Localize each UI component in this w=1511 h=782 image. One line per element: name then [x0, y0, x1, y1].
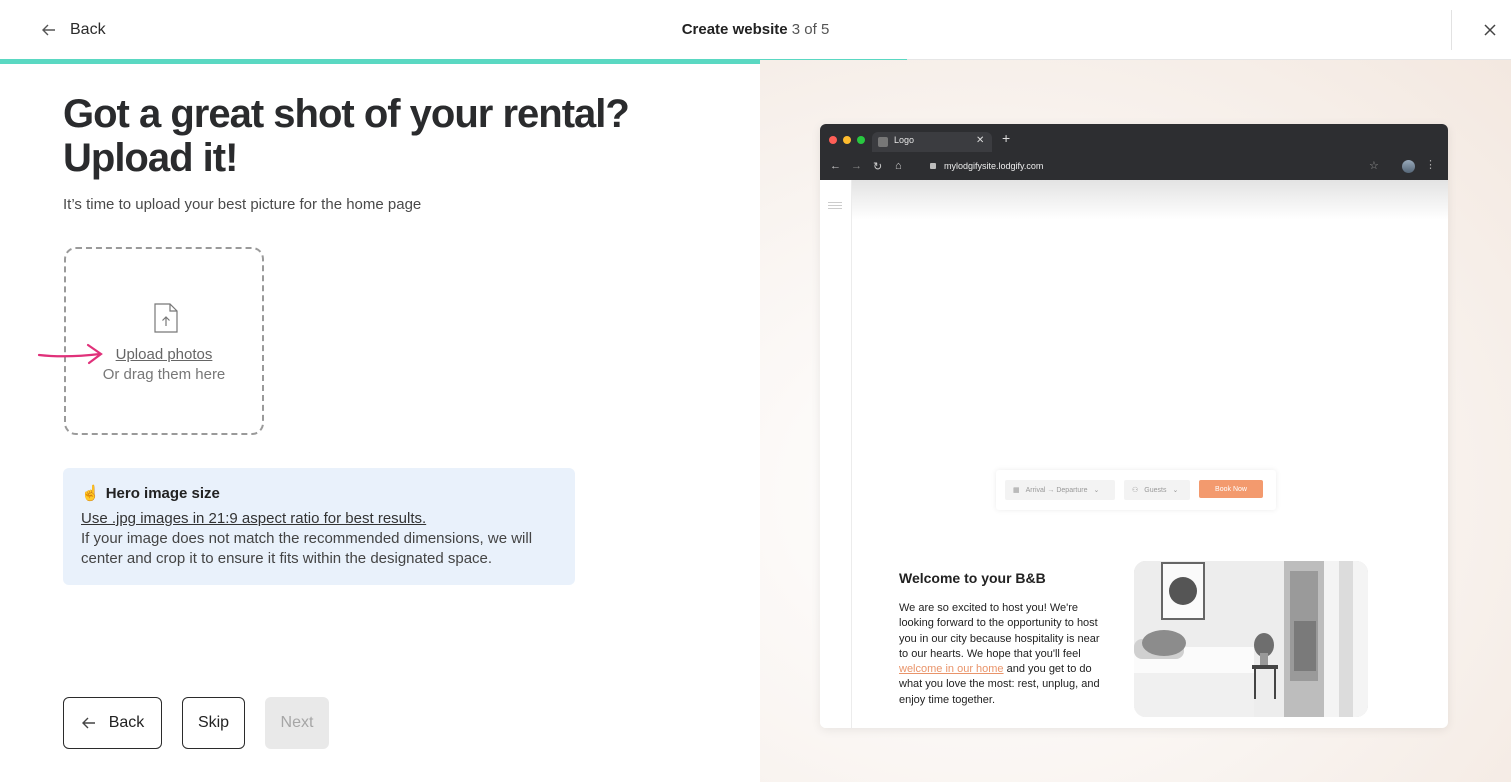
chevron-down-icon: ⌄ [1172, 487, 1179, 494]
tab-label: Logo [894, 135, 915, 145]
page-subtitle: It’s time to upload your best picture fo… [63, 196, 422, 213]
info-title: ☝️ Hero image size [81, 484, 557, 503]
window-close-dot [829, 136, 837, 144]
page-heading: Got a great shot of your rental? Upload … [63, 92, 630, 180]
dates-label: Arrival → Departure [1025, 486, 1088, 494]
info-link[interactable]: Use .jpg images in 21:9 aspect ratio for… [81, 510, 557, 527]
welcome-link: welcome in our home [899, 663, 1004, 676]
pointing-up-icon: ☝️ [81, 485, 100, 502]
tab-close-icon: ✕ [976, 135, 985, 146]
guests-icon: ⚇ [1132, 487, 1139, 494]
more-menu-icon: ⋮ [1425, 159, 1436, 171]
skip-button[interactable]: Skip [182, 697, 245, 749]
calendar-icon: ▦ [1013, 487, 1020, 494]
window-maximize-dot [857, 136, 865, 144]
browser-back-icon: ← [830, 160, 841, 172]
welcome-text-start: We are so excited to host you! We're loo… [899, 602, 1100, 660]
browser-forward-icon: → [851, 160, 862, 172]
bookmark-star-icon: ☆ [1369, 160, 1379, 172]
booking-bar: ▦ Arrival → Departure ⌄ ⚇ Guests ⌄ Book … [996, 470, 1276, 510]
bedroom-illustration [1134, 561, 1368, 717]
website-preview: Logo ✕ + ← → ↻ ⌂ mylodgifysite.lodgify.c… [820, 124, 1448, 728]
window-minimize-dot [843, 136, 851, 144]
hero-placeholder [852, 180, 1448, 220]
arrow-left-icon [81, 717, 95, 729]
file-upload-icon [154, 303, 178, 333]
browser-tab: Logo ✕ [872, 132, 992, 152]
chevron-down-icon: ⌄ [1093, 487, 1100, 494]
back-button[interactable]: Back [63, 697, 162, 749]
welcome-title: Welcome to your B&B [899, 570, 1046, 586]
dates-field: ▦ Arrival → Departure ⌄ [1005, 480, 1115, 500]
info-title-text: Hero image size [105, 484, 220, 502]
close-icon[interactable] [1480, 20, 1500, 40]
address-bar-url: mylodgifysite.lodgify.com [944, 161, 1044, 171]
guests-field: ⚇ Guests ⌄ [1124, 480, 1190, 500]
hamburger-icon [828, 202, 842, 209]
welcome-text: We are so excited to host you! We're loo… [899, 601, 1111, 708]
home-icon: ⌂ [895, 160, 902, 172]
site-sidebar [820, 180, 852, 728]
header-divider [1451, 10, 1452, 50]
book-now-button: Book Now [1199, 480, 1263, 498]
avatar [1402, 160, 1415, 173]
reload-icon: ↻ [873, 161, 883, 173]
guests-label: Guests [1144, 486, 1167, 494]
back-button-label: Back [108, 714, 145, 731]
book-now-label: Book Now [1215, 485, 1247, 493]
info-text: If your image does not match the recomme… [81, 530, 533, 567]
tab-favicon-icon [878, 137, 888, 147]
page-title: Create website 3 of 5 [0, 21, 1511, 38]
browser-chrome: Logo ✕ + ← → ↻ ⌂ mylodgifysite.lodgify.c… [820, 124, 1448, 180]
annotation-arrow-icon [37, 343, 103, 365]
top-bar: Back Create website 3 of 5 [0, 0, 1511, 60]
lock-icon [930, 163, 936, 169]
bedroom-photo [1134, 561, 1368, 717]
next-button[interactable]: Next [265, 697, 329, 749]
hero-size-info: ☝️ Hero image size Use .jpg images in 21… [63, 468, 575, 585]
wizard-step: 3 of 5 [791, 21, 830, 38]
new-tab-icon: + [1002, 130, 1011, 146]
wizard-title: Create website [681, 21, 788, 38]
drag-hint: Or drag them here [102, 366, 226, 383]
